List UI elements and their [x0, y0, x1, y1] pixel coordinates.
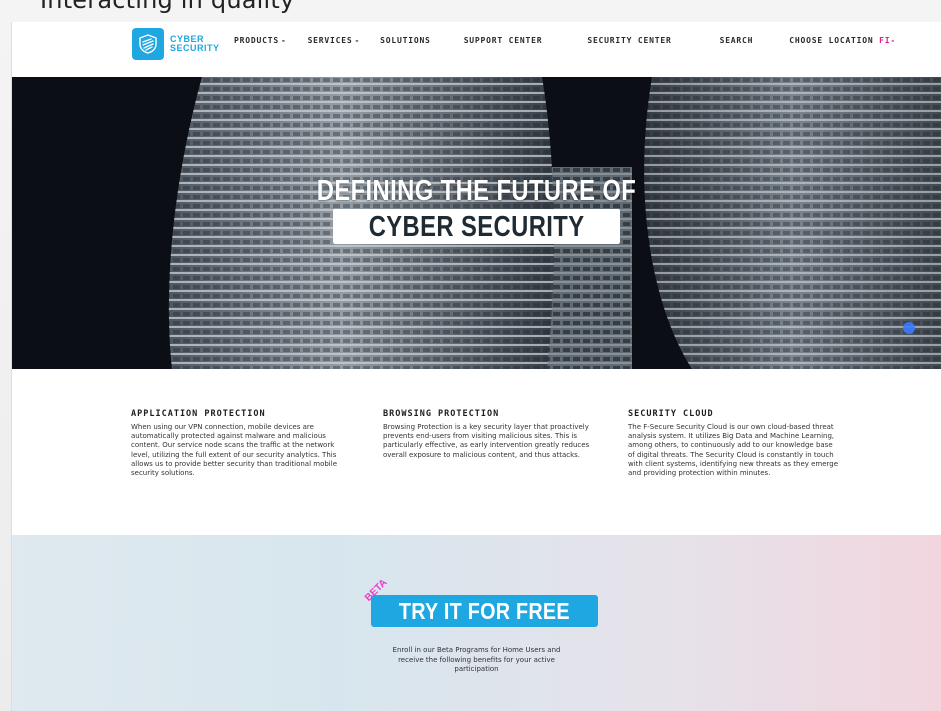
feature-description: Browsing Protection is a key security la… — [383, 423, 590, 459]
location-label: CHOOSE LOCATION — [789, 36, 874, 45]
feature-description: The F-Secure Security Cloud is our own c… — [628, 423, 839, 478]
beta-signup-section: TRY IT FOR FREE BETA Enroll in our Beta … — [12, 535, 941, 711]
nav-item-products-label: PRODUCTS — [234, 36, 279, 45]
nav-item-choose-location[interactable]: CHOOSE LOCATION FI- — [789, 36, 896, 45]
shield-logo-icon — [132, 28, 164, 60]
nav-item-solutions-label: SOLUTIONS — [380, 36, 431, 45]
nav-item-services-label: SERVICES — [307, 36, 353, 45]
hero-headline: DEFINING THE FUTURE OF CYBER SECURITY — [12, 175, 941, 244]
top-navigation: CYBER SECURITY PRODUCTS - SERVICES - SOLUT… — [12, 22, 941, 77]
feature-browsing-protection: BROWSING PROTECTION Browsing Protection … — [383, 409, 593, 460]
nav-item-support-center-label: SUPPORT CENTER — [463, 36, 543, 45]
try-it-for-free-button[interactable]: TRY IT FOR FREE — [371, 595, 598, 627]
hero-headline-line-2: CYBER SECURITY — [368, 211, 585, 243]
beta-description-text: Enroll in our Beta Programs for Home Use… — [392, 646, 561, 673]
features-section: APPLICATION PROTECTION When using our VP… — [12, 369, 941, 535]
chevron-down-icon: - — [280, 36, 287, 45]
logo-wordmark: CYBER SECURITY — [170, 35, 220, 53]
web-page: CYBER SECURITY PRODUCTS - SERVICES - SOLUT… — [12, 22, 941, 711]
cta-button-wrap: TRY IT FOR FREE BETA — [363, 577, 598, 627]
overlay-caption-text: Interacting in quality — [40, 0, 295, 14]
nav-item-search-label: SEARCH — [719, 36, 754, 45]
logo-line-2: SECURITY — [170, 43, 220, 53]
nav-item-security-center[interactable]: SECURITY CENTER — [587, 36, 671, 45]
hero-banner: DEFINING THE FUTURE OF CYBER SECURITY — [12, 77, 941, 369]
nav-item-search[interactable]: SEARCH — [720, 36, 754, 45]
feature-title: APPLICATION PROTECTION — [131, 409, 266, 419]
feature-title: BROWSING PROTECTION — [383, 409, 500, 419]
feature-application-protection: APPLICATION PROTECTION When using our VP… — [131, 409, 346, 478]
nav-item-products[interactable]: PRODUCTS - — [234, 36, 287, 45]
overlay-caption: Interacting in quality — [0, 0, 941, 22]
hero-headline-line-1: DEFINING THE FUTURE OF — [316, 175, 637, 207]
try-it-for-free-label: TRY IT FOR FREE — [398, 598, 570, 624]
feature-security-cloud: SECURITY CLOUD The F-Secure Security Clo… — [628, 409, 840, 478]
beta-description: Enroll in our Beta Programs for Home Use… — [12, 646, 941, 675]
nav-item-services[interactable]: SERVICES - — [308, 36, 361, 45]
nav-item-security-center-label: SECURITY CENTER — [587, 36, 672, 45]
feature-description: When using our VPN connection, mobile de… — [131, 423, 337, 478]
location-code: FI- — [879, 36, 897, 45]
site-logo[interactable]: CYBER SECURITY — [132, 28, 220, 60]
nav-item-solutions[interactable]: SOLUTIONS — [380, 36, 431, 45]
hero-headline-highlight: CYBER SECURITY — [332, 209, 621, 244]
nav-item-support-center[interactable]: SUPPORT CENTER — [464, 36, 543, 45]
nav-menu: PRODUCTS - SERVICES - SOLUTIONS SUPPORT CE… — [234, 36, 896, 45]
chevron-down-icon: - — [354, 36, 361, 45]
feature-title: SECURITY CLOUD — [628, 409, 714, 419]
